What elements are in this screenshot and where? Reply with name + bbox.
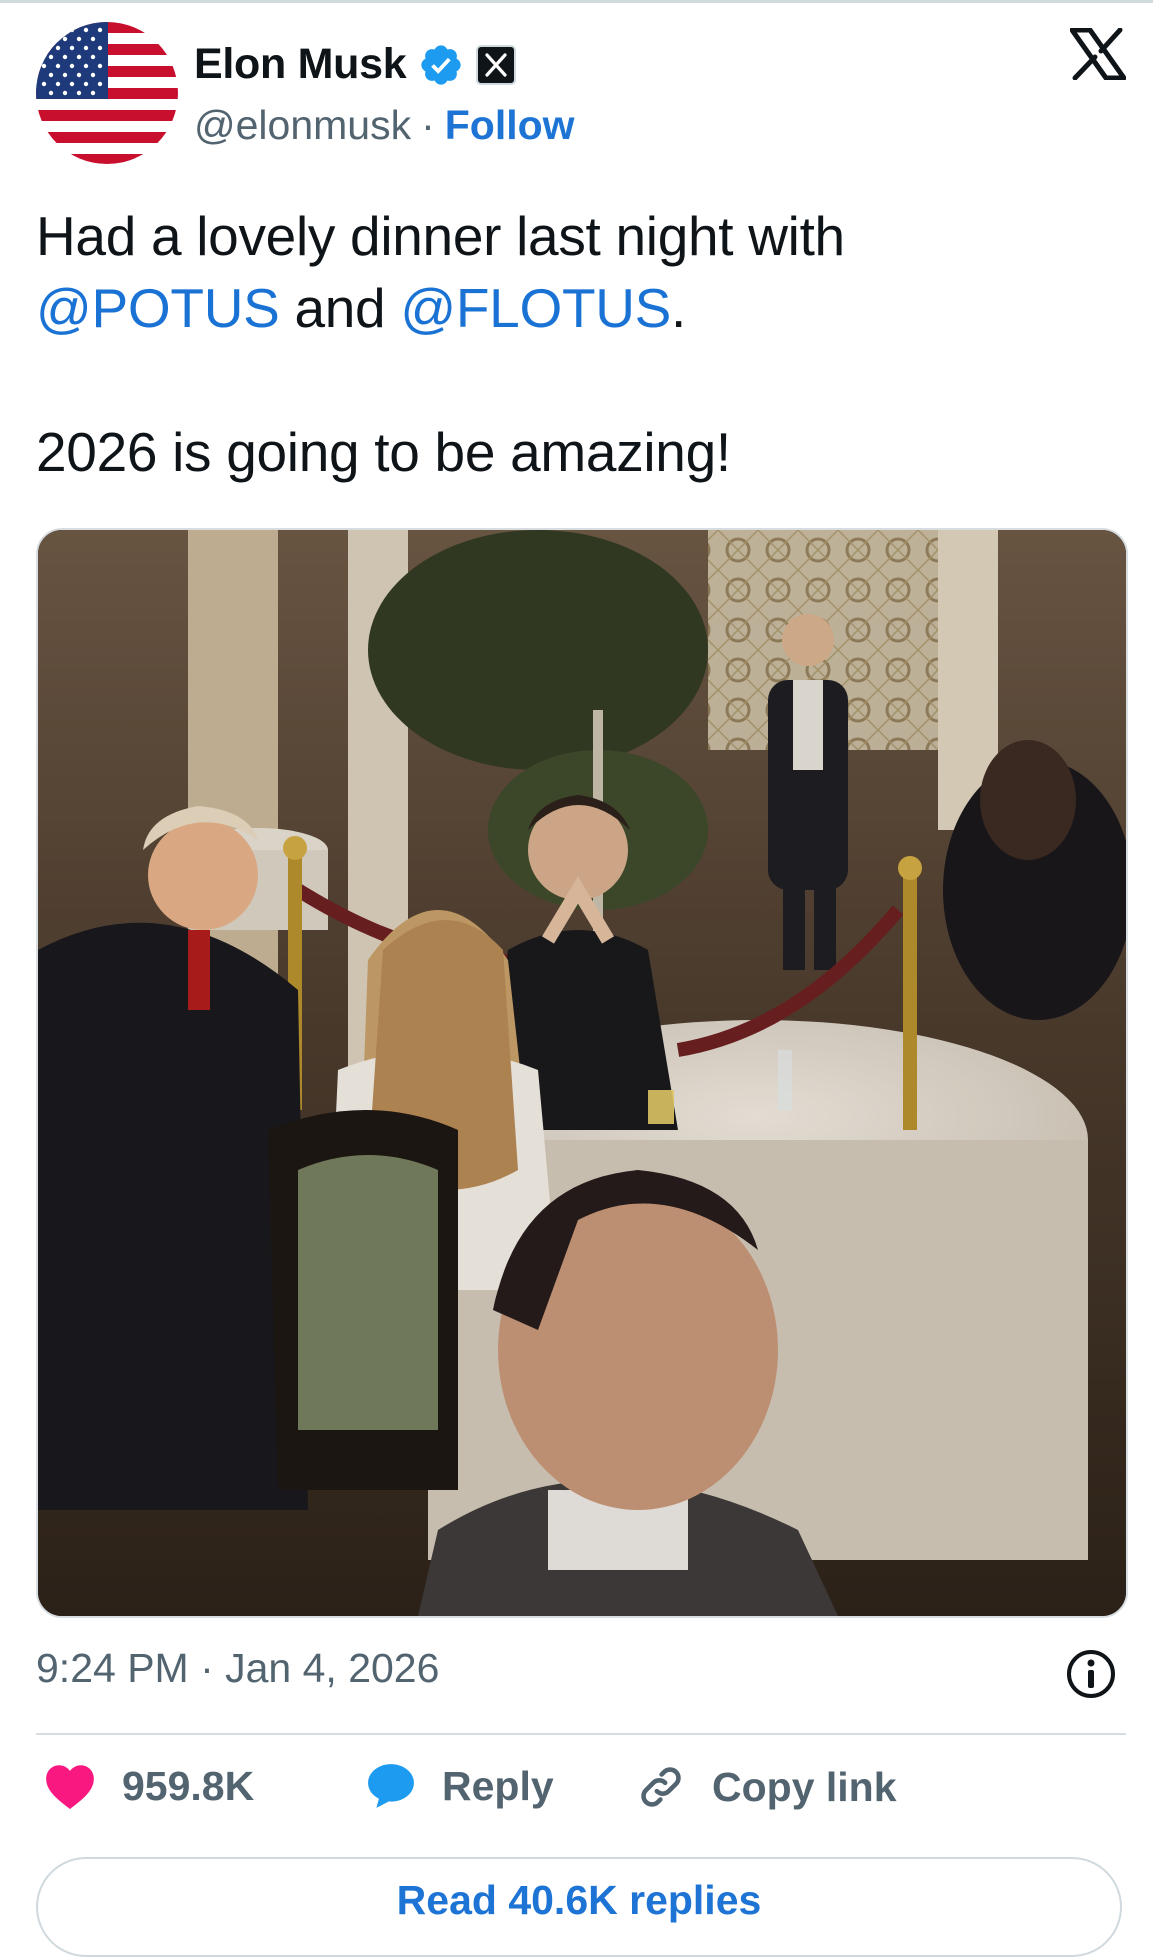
separator-dot: · xyxy=(421,102,435,148)
like-count: 959.8K xyxy=(122,1762,255,1809)
name-row: Elon Musk xyxy=(194,40,517,89)
tweet-text: Had a lovely dinner last night with @POT… xyxy=(36,200,1116,488)
divider xyxy=(36,1733,1126,1735)
reply-bubble-icon xyxy=(368,1764,414,1808)
x-logo-icon[interactable] xyxy=(1069,27,1127,85)
tweet-line-2: @POTUS and @FLOTUS. xyxy=(36,277,687,339)
tweet-timestamp[interactable]: 9:24 PM · Jan 4, 2026 xyxy=(36,1645,439,1692)
dinner-photo-image xyxy=(38,530,1126,1616)
tweet-line-1: Had a lovely dinner last night with xyxy=(36,205,845,267)
mention-potus[interactable]: @POTUS xyxy=(36,277,280,339)
like-button[interactable]: 959.8K xyxy=(44,1762,254,1810)
link-icon xyxy=(641,1767,681,1807)
reply-button[interactable]: Reply xyxy=(366,1762,554,1810)
read-replies-button[interactable]: Read 40.6K replies xyxy=(36,1857,1122,1957)
avatar[interactable] xyxy=(36,22,178,164)
verified-badge-icon xyxy=(418,42,464,88)
tweet-header: Elon Musk @elonmusk · Follow xyxy=(36,22,1127,172)
mention-flotus[interactable]: @FLOTUS xyxy=(400,277,671,339)
tweet-line-3: 2026 is going to be amazing! xyxy=(36,421,731,483)
top-border xyxy=(0,0,1153,3)
tweet-actions: 959.8K Reply Copy link xyxy=(36,1762,1126,1832)
tweet-photo[interactable] xyxy=(36,528,1128,1618)
read-replies-label: Read 40.6K replies xyxy=(396,1876,762,1923)
copy-link-label: Copy link xyxy=(712,1763,897,1810)
handle-row: @elonmusk · Follow xyxy=(194,102,575,149)
author-name[interactable]: Elon Musk xyxy=(194,40,407,89)
info-icon[interactable] xyxy=(1065,1648,1117,1705)
follow-button[interactable]: Follow xyxy=(445,102,575,149)
reply-label: Reply xyxy=(442,1762,554,1809)
heart-icon xyxy=(46,1765,94,1809)
x-affiliate-badge-icon xyxy=(476,44,517,85)
us-flag-avatar-icon xyxy=(36,22,178,164)
copy-link-button[interactable]: Copy link xyxy=(636,1762,897,1812)
author-handle[interactable]: @elonmusk xyxy=(194,102,411,149)
